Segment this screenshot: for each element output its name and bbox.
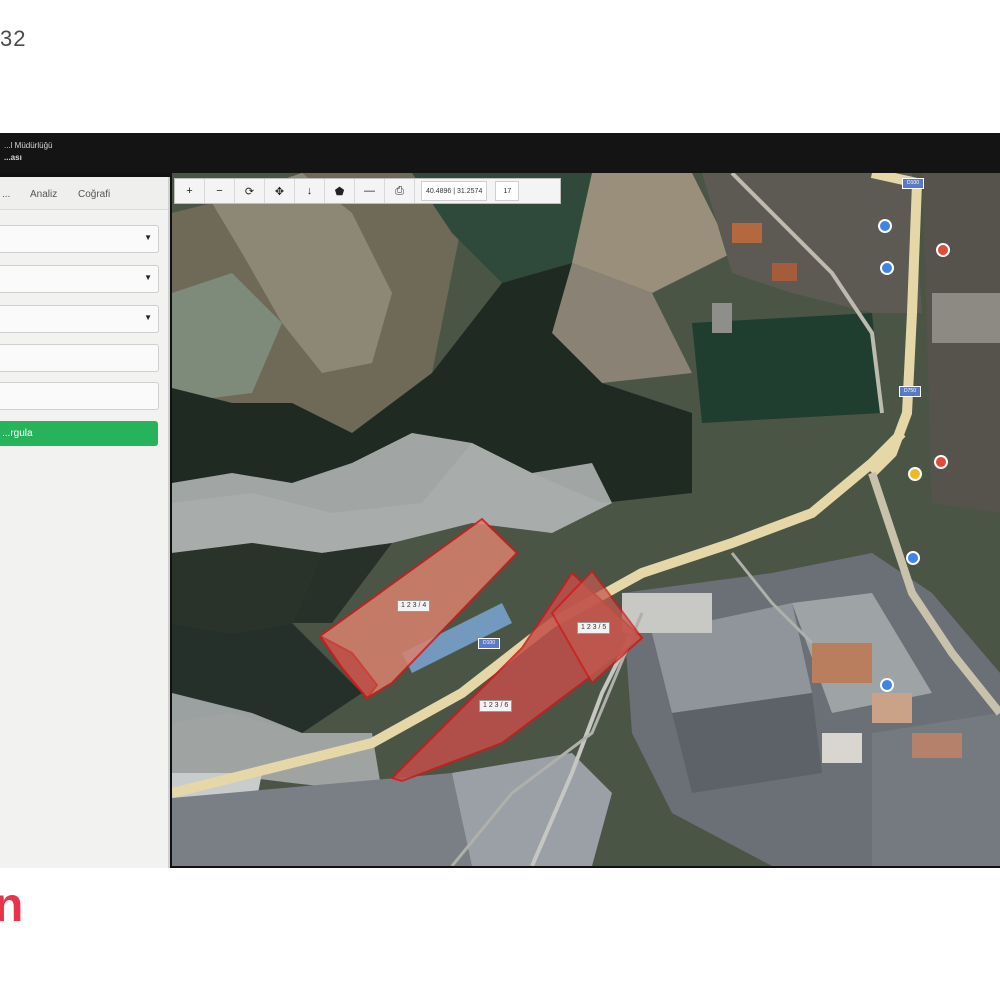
refresh-icon[interactable]: ⟳ — [235, 179, 265, 203]
zoom-in-icon[interactable]: + — [175, 179, 205, 203]
brand-logo: n — [0, 879, 24, 932]
pan-icon[interactable]: ✥ — [265, 179, 295, 203]
measure-icon[interactable]: — — [355, 179, 385, 203]
print-icon[interactable]: ⎙ — [385, 179, 415, 203]
zoom-out-icon[interactable]: − — [205, 179, 235, 203]
map-pin-icon[interactable] — [878, 219, 892, 233]
tab-analysis[interactable]: Analiz — [30, 189, 57, 200]
chevron-down-icon: ▼ — [144, 233, 152, 242]
chevron-down-icon: ▼ — [144, 273, 152, 282]
road-sign: D100 — [902, 178, 924, 189]
neighborhood-select[interactable]: ▼ — [0, 305, 159, 333]
map-pin-icon[interactable] — [936, 243, 950, 257]
monitor-screen: ...l Müdürlüğü ...ası ... Analiz Coğrafi… — [0, 133, 1000, 868]
tab-geographic[interactable]: Coğrafi — [78, 189, 110, 200]
map-pin-icon[interactable] — [906, 551, 920, 565]
satellite-map[interactable]: 1 2 3 / 4 1 2 3 / 5 1 2 3 / 6 D100 D100 … — [172, 173, 1000, 866]
app-subtitle: ...ası — [4, 153, 22, 162]
satellite-imagery — [172, 173, 1000, 866]
map-pin-icon[interactable] — [880, 261, 894, 275]
parcel-label: 1 2 3 / 4 — [397, 600, 431, 612]
road-sign: D750 — [899, 386, 921, 397]
app-title: ...l Müdürlüğü — [4, 141, 53, 150]
polygon-icon[interactable]: ⬟ — [325, 179, 355, 203]
province-select[interactable]: ▼ — [0, 225, 159, 253]
parcel-label: 1 2 3 / 6 — [479, 700, 513, 712]
map-toolbar: + − ⟳ ✥ ↓ ⬟ — ⎙ 40.4896 | 31.2574 17 — [174, 178, 561, 204]
map-pin-icon[interactable] — [934, 455, 948, 469]
corner-number: 32 — [0, 26, 27, 51]
road-sign: D100 — [478, 638, 500, 649]
parcel-label: 1 2 3 / 5 — [577, 622, 611, 634]
app-title-bar: ...l Müdürlüğü ...ası — [0, 133, 1000, 173]
block-input[interactable] — [0, 344, 159, 372]
coordinate-x: 40.4896 — [426, 187, 452, 195]
coordinate-readout: 40.4896 | 31.2574 — [421, 181, 488, 201]
sidebar-tabs: ... Analiz Coğrafi — [0, 177, 168, 210]
sidebar-panel: ... Analiz Coğrafi ▼ ▼ ▼ ...rgula — [0, 177, 170, 868]
zoom-level: 17 — [495, 181, 520, 201]
map-pin-icon[interactable] — [880, 678, 894, 692]
parcel-input[interactable] — [0, 382, 159, 410]
locate-icon[interactable]: ↓ — [295, 179, 325, 203]
chevron-down-icon: ▼ — [144, 313, 152, 322]
district-select[interactable]: ▼ — [0, 265, 159, 293]
query-button[interactable]: ...rgula — [0, 421, 158, 446]
coordinate-y: 31.2574 — [457, 187, 483, 195]
map-pin-icon[interactable] — [908, 467, 922, 481]
tab-query[interactable]: ... — [2, 189, 10, 200]
